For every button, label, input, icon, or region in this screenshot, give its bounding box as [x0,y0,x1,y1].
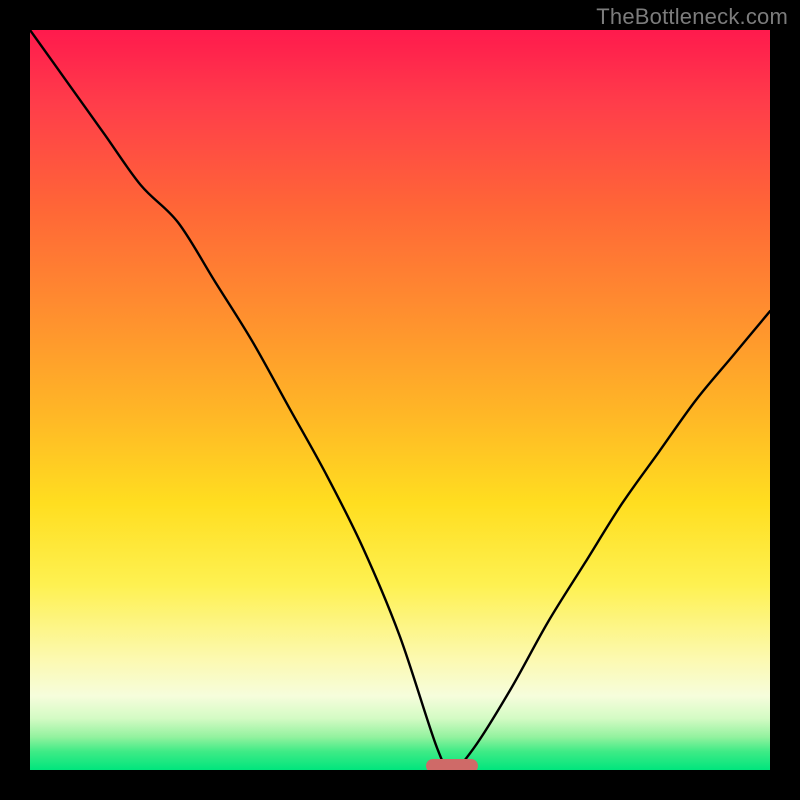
plot-area [30,30,770,770]
chart-frame: TheBottleneck.com [0,0,800,800]
bottleneck-curve [30,30,770,770]
watermark-text: TheBottleneck.com [596,4,788,30]
minimum-marker [426,759,478,770]
